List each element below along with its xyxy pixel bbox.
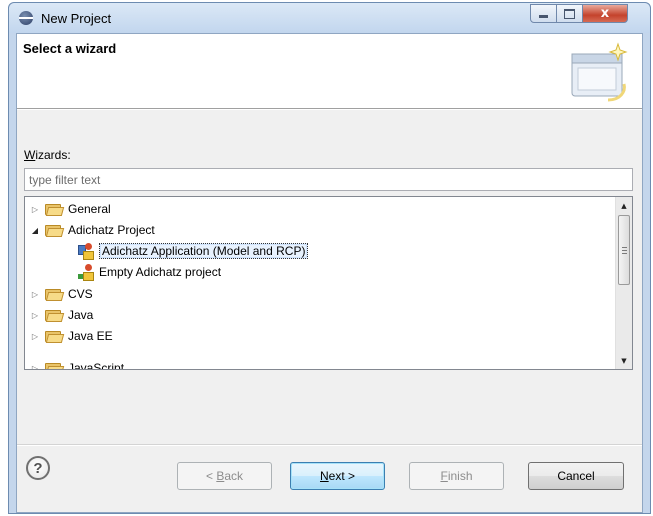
tree-scrollbar[interactable]: ▲ ▼ xyxy=(615,197,632,369)
tree-item-label: Adichatz Project xyxy=(68,223,155,237)
expand-arrow-icon[interactable]: ▷ xyxy=(29,309,41,321)
minimize-icon xyxy=(539,15,548,18)
tree-item-adichatz-application[interactable]: Adichatz Application (Model and RCP) xyxy=(77,241,309,261)
tree-item-java[interactable]: ▷ Java xyxy=(29,305,93,325)
back-button[interactable]: < Back xyxy=(177,462,272,490)
tree-item-label: Empty Adichatz project xyxy=(99,265,222,279)
new-wizard-banner-icon xyxy=(571,42,628,102)
folder-icon xyxy=(45,330,65,343)
maximize-icon xyxy=(564,8,575,19)
collapse-arrow-icon[interactable]: ◢ xyxy=(29,224,41,236)
adichatz-project-icon xyxy=(77,264,95,281)
tree-item-label: Adichatz Application (Model and RCP) xyxy=(99,243,309,259)
tree-item-empty-adichatz-project[interactable]: Empty Adichatz project xyxy=(77,262,221,282)
close-button[interactable]: x xyxy=(582,4,628,23)
scroll-down-icon[interactable]: ▼ xyxy=(616,352,632,369)
grip-icon xyxy=(621,246,627,254)
wizard-header: Select a wizard xyxy=(17,34,642,109)
finish-button[interactable]: Finish xyxy=(409,462,504,490)
minimize-button[interactable] xyxy=(530,4,557,23)
header-separator xyxy=(17,109,642,110)
expand-arrow-icon[interactable]: ▷ xyxy=(29,362,41,370)
tree-item-adichatz-project[interactable]: ◢ Adichatz Project xyxy=(29,220,155,240)
help-icon[interactable]: ? xyxy=(26,456,50,480)
scroll-up-icon[interactable]: ▲ xyxy=(616,197,632,214)
page-title: Select a wizard xyxy=(23,41,117,56)
close-icon: x xyxy=(600,6,610,21)
tree-item-javascript[interactable]: ▷ JavaScript xyxy=(29,358,125,370)
tree-item-label: JavaScript xyxy=(68,361,125,370)
title-bar[interactable]: New Project x xyxy=(9,3,650,33)
folder-icon xyxy=(45,288,65,301)
scrollbar-thumb[interactable] xyxy=(618,215,630,285)
tree-item-label: Java xyxy=(68,308,94,322)
folder-icon xyxy=(45,309,65,322)
tree-item-label: CVS xyxy=(68,287,93,301)
tree-item-label: Java EE xyxy=(68,329,113,343)
tree-item-cvs[interactable]: ▷ CVS xyxy=(29,284,93,304)
expand-arrow-icon[interactable]: ▷ xyxy=(29,203,41,215)
expand-arrow-icon[interactable]: ▷ xyxy=(29,330,41,342)
folder-icon xyxy=(45,224,65,237)
tree-item-general[interactable]: ▷ General xyxy=(29,199,111,219)
eclipse-icon xyxy=(19,11,33,25)
tree-item-label: General xyxy=(68,202,111,216)
folder-icon xyxy=(45,203,65,216)
window-title: New Project xyxy=(41,11,112,26)
folder-icon xyxy=(45,362,65,369)
expand-arrow-icon[interactable]: ▷ xyxy=(29,288,41,300)
new-project-window: New Project x Select a wizard Wizards: ▷… xyxy=(8,2,651,514)
footer-separator xyxy=(17,444,642,446)
tree-item-java-ee[interactable]: ▷ Java EE xyxy=(29,326,113,346)
next-button[interactable]: Next > xyxy=(290,462,385,490)
adichatz-application-icon xyxy=(77,243,95,260)
dialog-body: Select a wizard Wizards: ▷ General ◢ Adi… xyxy=(16,33,643,513)
filter-input[interactable] xyxy=(24,168,633,191)
wizards-label: Wizards: xyxy=(24,148,71,162)
cancel-button[interactable]: Cancel xyxy=(528,462,624,490)
maximize-button[interactable] xyxy=(556,4,583,23)
wizard-tree[interactable]: ▷ General ◢ Adichatz Project Adichatz Ap… xyxy=(24,196,633,370)
